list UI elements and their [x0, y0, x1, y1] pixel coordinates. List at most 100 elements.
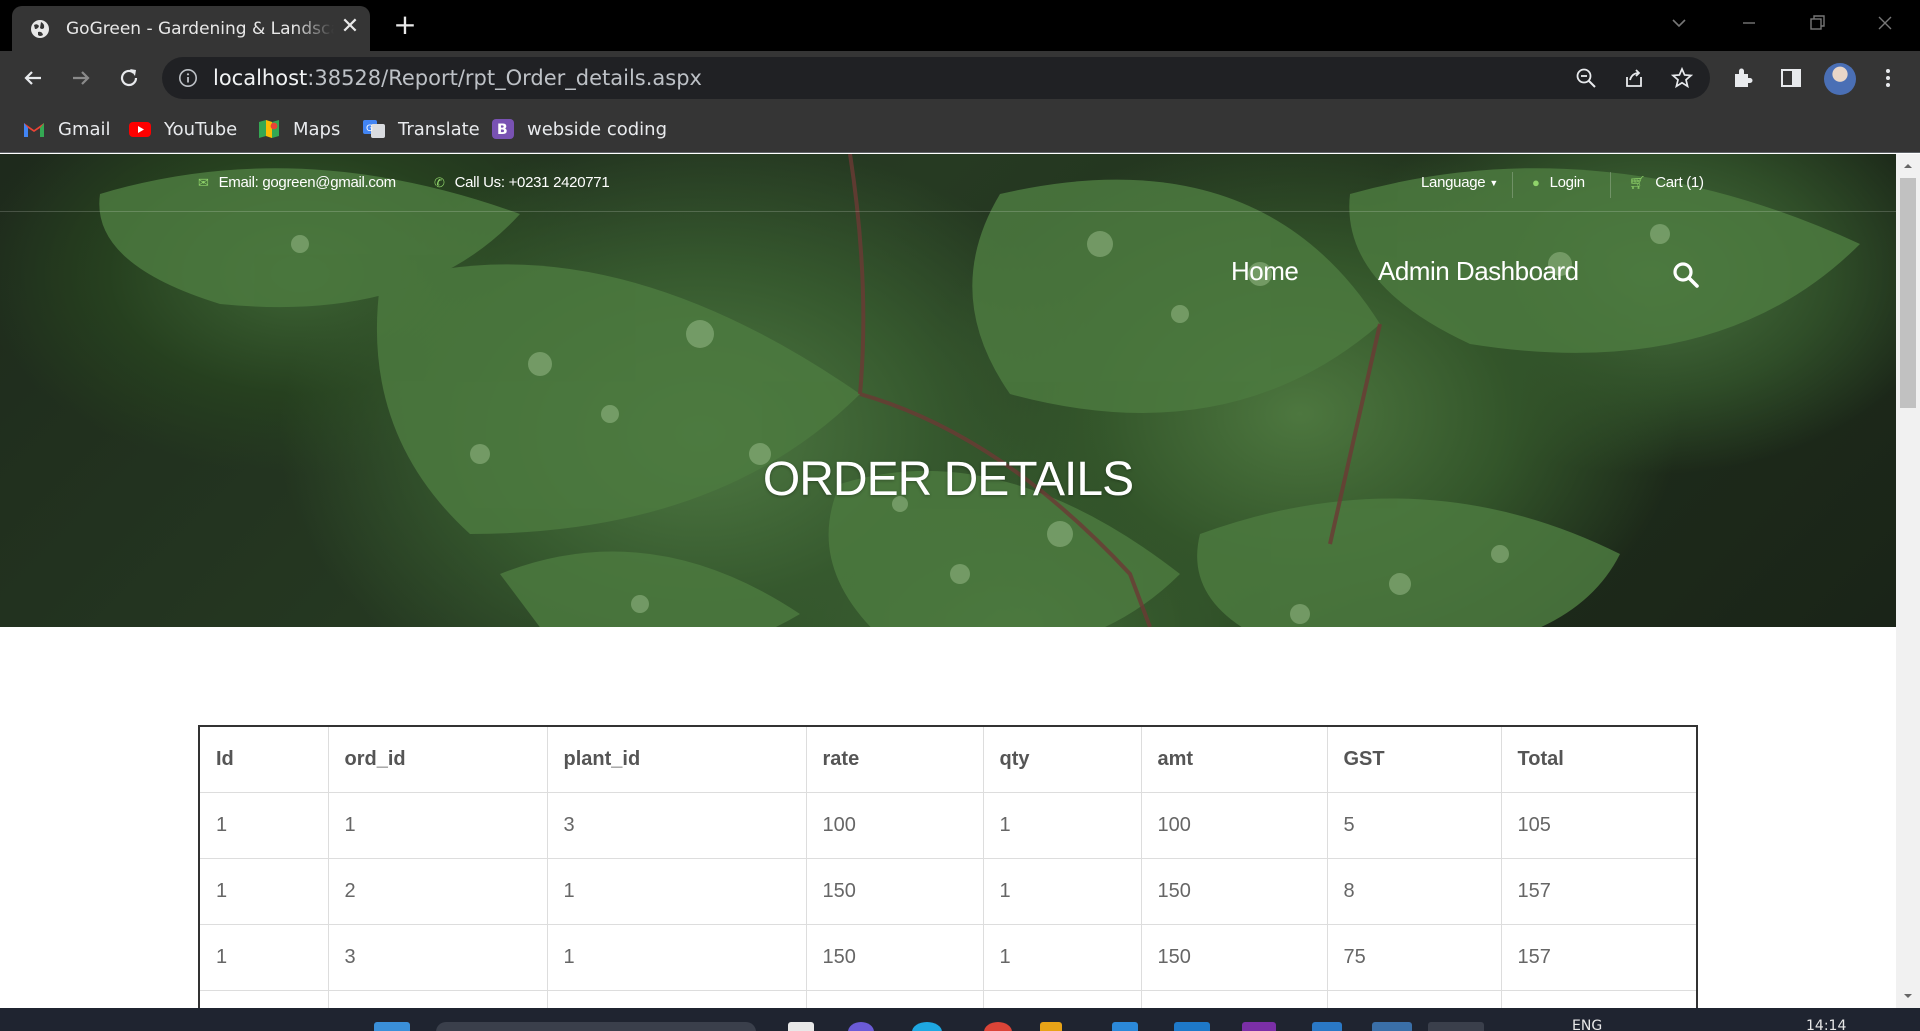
table-row: 1 3 1 150 1 150 75 157 — [198, 923, 1698, 991]
extensions-icon[interactable] — [1730, 65, 1756, 91]
svg-text:G: G — [366, 124, 373, 134]
table-cell: 100 — [1140, 791, 1328, 859]
column-header-total: Total — [1500, 725, 1698, 793]
table-cell: 75 — [1326, 923, 1502, 991]
tab-search-chevron-icon[interactable] — [1664, 8, 1694, 38]
scroll-up-arrow-icon[interactable] — [1902, 160, 1914, 172]
table-cell: 150 — [805, 923, 984, 991]
table-cell — [198, 989, 329, 1008]
zoom-out-icon[interactable] — [1575, 67, 1597, 89]
chrome-icon[interactable] — [984, 1022, 1012, 1031]
bookmark-label: Translate — [398, 118, 480, 140]
reload-icon[interactable] — [115, 64, 143, 92]
table-cell: 1 — [327, 791, 548, 859]
column-header-ord-id: ord_id — [327, 725, 548, 793]
email-contact[interactable]: ✉ Email: gogreen@gmail.com — [198, 174, 396, 191]
back-arrow-icon[interactable] — [19, 64, 47, 92]
browser-tab[interactable]: GoGreen - Gardening & Landscaping ✕ — [12, 6, 370, 51]
cart-icon: 🛒︎ — [1629, 174, 1646, 190]
login-link[interactable]: ● Login — [1532, 174, 1585, 191]
app-icon[interactable] — [1312, 1022, 1342, 1031]
scrollbar-thumb[interactable] — [1900, 178, 1916, 408]
phone-contact[interactable]: ✆ Call Us: +0231 2420771 — [434, 174, 610, 191]
start-icon[interactable] — [374, 1022, 410, 1031]
hero-banner: ✉ Email: gogreen@gmail.com ✆ Call Us: +0… — [0, 154, 1896, 627]
nav-home[interactable]: Home — [1231, 256, 1299, 287]
bookmark-webside-coding[interactable]: B webside coding — [491, 117, 667, 141]
language-dropdown[interactable]: Language ▼ — [1421, 174, 1498, 191]
table-cell — [805, 989, 984, 1008]
clock[interactable]: 14:14 — [1806, 1018, 1846, 1031]
maps-icon — [259, 120, 279, 138]
url-text: localhost:38528/Report/rpt_Order_details… — [213, 66, 702, 90]
visual-studio-icon[interactable] — [1242, 1022, 1276, 1031]
bookmark-label: Maps — [293, 118, 341, 140]
profile-avatar[interactable] — [1824, 63, 1856, 95]
vertical-scrollbar[interactable] — [1896, 154, 1920, 1008]
user-icon: ● — [1532, 175, 1540, 190]
phone-text: Call Us: +0231 2420771 — [454, 174, 610, 191]
column-header-plant-id: plant_id — [546, 725, 807, 793]
minimize-icon[interactable] — [1734, 8, 1764, 38]
tab-strip: GoGreen - Gardening & Landscaping ✕ + — [0, 0, 1920, 51]
file-explorer-icon[interactable] — [1040, 1022, 1062, 1031]
table-cell: 3 — [546, 791, 807, 859]
table-cell — [1500, 989, 1698, 1008]
table-cell: 5 — [1326, 791, 1502, 859]
table-cell — [982, 989, 1142, 1008]
scroll-down-arrow-icon[interactable] — [1902, 990, 1914, 1002]
search-icon[interactable] — [1671, 260, 1701, 290]
page-title: ORDER DETAILS — [762, 453, 1134, 506]
address-bar[interactable]: localhost:38528/Report/rpt_Order_details… — [162, 57, 1710, 99]
taskbar-search-box[interactable] — [436, 1022, 756, 1031]
bookmark-translate[interactable]: G Translate — [362, 117, 480, 141]
app-icon[interactable] — [1372, 1022, 1412, 1031]
nav-admin-dashboard[interactable]: Admin Dashboard — [1378, 256, 1579, 287]
windows-taskbar: ENG 14:14 — [0, 1008, 1920, 1031]
side-panel-icon[interactable] — [1778, 65, 1804, 91]
gmail-icon — [24, 123, 44, 137]
table-row — [198, 989, 1698, 1008]
language-indicator[interactable]: ENG — [1572, 1018, 1602, 1031]
chat-icon[interactable] — [848, 1022, 874, 1031]
bookmark-star-icon[interactable] — [1671, 67, 1693, 89]
new-tab-icon[interactable]: + — [389, 10, 421, 40]
table-header-row: Id ord_id plant_id rate qty amt GST Tota… — [198, 725, 1698, 793]
table-cell — [327, 989, 548, 1008]
cart-label: Cart (1) — [1655, 174, 1704, 191]
task-view-icon[interactable] — [788, 1022, 814, 1031]
language-label: Language — [1421, 174, 1486, 191]
share-icon[interactable] — [1623, 67, 1645, 89]
order-details-table-container: Id ord_id plant_id rate qty amt GST Tota… — [198, 725, 1698, 1008]
table-row: 1 1 3 100 1 100 5 105 — [198, 791, 1698, 859]
table-cell: 150 — [1140, 857, 1328, 925]
bookmark-maps[interactable]: Maps — [257, 117, 340, 141]
translate-icon: G — [363, 120, 385, 138]
restore-icon[interactable] — [1802, 8, 1832, 38]
edge-icon[interactable] — [912, 1022, 942, 1031]
bookmark-label: Gmail — [58, 118, 111, 140]
forward-arrow-icon[interactable] — [67, 64, 95, 92]
bookmark-youtube[interactable]: YouTube — [128, 117, 237, 141]
bookmark-gmail[interactable]: Gmail — [22, 117, 111, 141]
table-cell: 1 — [982, 857, 1142, 925]
url-path: :38528/Report/rpt_Order_details.aspx — [307, 66, 702, 90]
menu-kebab-icon[interactable] — [1875, 65, 1901, 91]
table-cell: 2 — [327, 857, 548, 925]
envelope-icon: ✉ — [198, 174, 209, 190]
topbar-divider — [1610, 172, 1611, 198]
bookmark-label: YouTube — [164, 118, 238, 140]
active-app-icon[interactable] — [1428, 1022, 1484, 1031]
table-cell: 1 — [546, 923, 807, 991]
url-host: localhost — [213, 66, 308, 90]
bootstrap-icon: B — [492, 119, 514, 139]
table-cell: 150 — [1140, 923, 1328, 991]
cart-link[interactable]: 🛒︎ Cart (1) — [1629, 174, 1704, 191]
app-icon[interactable] — [1174, 1022, 1210, 1031]
site-info-icon[interactable] — [178, 68, 198, 88]
column-header-amt: amt — [1140, 725, 1328, 793]
tab-close-icon[interactable]: ✕ — [338, 15, 362, 39]
close-window-icon[interactable] — [1870, 8, 1900, 38]
store-icon[interactable] — [1112, 1022, 1138, 1031]
table-cell: 150 — [805, 857, 984, 925]
